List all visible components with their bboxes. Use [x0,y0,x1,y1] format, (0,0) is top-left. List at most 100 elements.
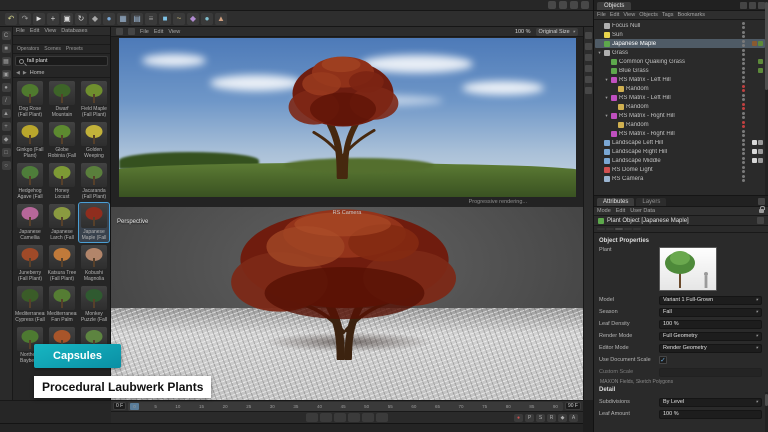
model-mode-icon[interactable]: ■ [2,44,11,53]
visibility-dots[interactable] [742,166,745,173]
visibility-dots[interactable] [742,94,745,101]
make-editable-icon[interactable]: C [2,31,11,40]
object-row[interactable]: ▾ RS Camera [595,174,765,183]
render-queue-icon[interactable] [570,1,578,9]
zoom-level[interactable]: 100 % [515,29,531,35]
tab-layers[interactable]: Layers [636,198,666,206]
asset-item[interactable]: Hedgehog Agave (Fall Plant) [15,162,45,201]
material-tag[interactable] [758,59,763,64]
attribute-value-field[interactable]: Variant 1 Full-Grown ▾ [659,296,762,305]
asset-menu-item[interactable]: Databases [61,28,87,34]
perspective-viewport[interactable]: RS Camera Perspective [111,207,583,400]
asset-filter-chip[interactable]: Scenes [42,46,63,52]
render-view-menu-item[interactable]: File [140,29,149,35]
visibility-dots[interactable] [742,67,745,74]
attribute-tab-chip[interactable] [606,228,614,230]
asset-menu-item[interactable]: View [44,28,56,34]
coordinate-system-icon[interactable]: ● [103,13,115,25]
object-row[interactable]: ▾ Landscape Right Hill [595,147,765,156]
visibility-dots[interactable] [742,76,745,83]
object-row[interactable]: ▾ Landscape Left Hill [595,138,765,147]
use-document-scale-checkbox[interactable]: ✓ [659,356,667,364]
polygons-mode-icon[interactable]: ▲ [2,109,11,118]
object-row[interactable]: ▾ Random [595,102,765,111]
forward-icon[interactable]: ▶ [23,70,27,76]
keyframe-position-icon[interactable]: P [525,414,534,422]
asset-search-input[interactable]: fall plant [15,56,108,66]
snapshot-icon[interactable] [116,28,123,35]
visibility-dots[interactable] [742,22,745,29]
back-icon[interactable]: ◀ [16,70,20,76]
view-label[interactable]: Perspective [117,219,148,225]
expand-arrow-icon[interactable]: ▾ [597,50,602,56]
timeline-ruler[interactable]: 051015202530354045505560657075808590 [128,402,563,411]
previous-key-button[interactable] [320,413,332,422]
attribute-tab-chip[interactable] [615,228,623,230]
visibility-dots[interactable] [742,103,745,110]
visibility-dots[interactable] [742,148,745,155]
render-view-menu-item[interactable]: Edit [154,29,163,35]
expand-arrow-icon[interactable]: ▾ [604,113,609,119]
previous-frame-button[interactable] [334,413,346,422]
autokey-button[interactable]: A [569,414,578,422]
mograph-icon[interactable]: ◆ [187,13,199,25]
visibility-dots[interactable] [742,121,745,128]
start-frame-field[interactable]: 0 F [113,402,126,410]
visibility-dots[interactable] [742,139,745,146]
record-button[interactable]: ● [514,414,523,422]
object-row[interactable]: ▾ RS Matrix - Right Hill [595,129,765,138]
volume-icon[interactable]: ● [201,13,213,25]
asset-item[interactable]: Japanese Maple (Fall Plant) [79,203,109,242]
keyframe-scale-icon[interactable]: S [536,414,545,422]
scale-tool-icon[interactable]: ▣ [61,13,73,25]
object-manager-menu-item[interactable]: File [597,12,606,18]
am-menu-icon[interactable] [758,198,765,205]
object-row[interactable]: ▾ Japanese Maple [595,39,765,48]
attribute-tab-chip[interactable] [624,228,632,230]
plant-preview-image[interactable] [659,247,717,291]
tab-attributes[interactable]: Attributes [597,198,634,206]
material-tag[interactable] [752,158,757,163]
asset-item[interactable]: Jacaranda (Fall Plant) [79,162,109,201]
fit-mode-dropdown[interactable]: Original Size ▾ [536,28,578,36]
object-row[interactable]: ▾ Random [595,84,765,93]
keyframe-parameter-icon[interactable]: ◆ [558,414,567,422]
object-row[interactable]: ▾ Blue Grass [595,66,765,75]
object-manager-menu-item[interactable]: View [623,12,635,18]
asset-item[interactable]: Mediterranean Cypress (Fall Plant) [15,285,45,324]
objects-dock-icon[interactable] [585,32,592,39]
object-row[interactable]: ▾ Landscape Middle [595,156,765,165]
material-tag[interactable] [758,68,763,73]
render-picture-viewer-icon[interactable]: ▤ [131,13,143,25]
material-tag[interactable] [758,149,763,154]
object-row[interactable]: ▾ Grass [595,48,765,57]
lock-icon[interactable] [759,209,764,213]
last-tool-icon[interactable]: ◆ [89,13,101,25]
visibility-dots[interactable] [742,58,745,65]
asset-filter-chip[interactable]: Operators [15,46,41,52]
extensions-icon[interactable] [581,1,589,9]
undo-icon[interactable]: ↶ [5,13,17,25]
move-tool-icon[interactable]: + [47,13,59,25]
simulation-icon[interactable]: ▲ [215,13,227,25]
asset-item[interactable]: Globe Robinia (Fall Plant) [47,121,77,160]
object-row[interactable]: ▾ Common Quaking Grass [595,57,765,66]
edges-mode-icon[interactable]: / [2,96,11,105]
gear-icon[interactable] [757,217,764,224]
end-frame-field[interactable]: 90 F [565,402,581,410]
asset-item[interactable]: Ginkgo (Fall Plant) [15,121,45,160]
expand-arrow-icon[interactable]: ▾ [604,77,609,83]
visibility-dots[interactable] [742,85,745,92]
asset-item[interactable]: Dog Rose (Fall Plant) [15,80,45,119]
asset-item[interactable]: Honey Locust 'Sunburst' (Fall Plant) [47,162,77,201]
spline-pen-icon[interactable]: ~ [173,13,185,25]
render-settings-icon[interactable]: ≡ [145,13,157,25]
rotate-tool-icon[interactable]: ↻ [75,13,87,25]
visibility-dots[interactable] [742,112,745,119]
asset-menu-item[interactable]: Edit [30,28,39,34]
asset-item[interactable]: Golden Weeping Willow (Fall Plant) [79,121,109,160]
asset-item[interactable]: Monkey Puzzle (Fall Plant) [79,285,109,324]
object-row[interactable]: ▾ Focus Null [595,21,765,30]
snapping-icon[interactable]: ◆ [2,135,11,144]
material-dock-icon[interactable] [585,54,592,61]
